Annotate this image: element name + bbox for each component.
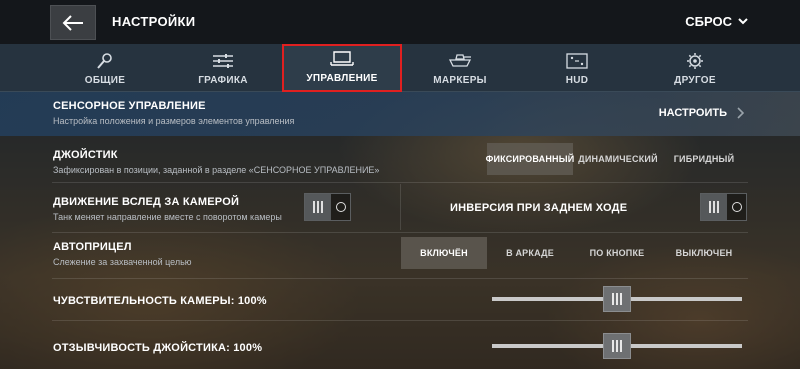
toggle-knob — [305, 194, 331, 220]
joystick-response-handle[interactable] — [603, 333, 631, 359]
chevron-right-icon — [737, 107, 744, 119]
divider — [52, 232, 748, 233]
reverse-inversion-title: ИНВЕРСИЯ ПРИ ЗАДНЕМ ХОДЕ — [450, 202, 628, 214]
tab-label: HUD — [565, 75, 589, 86]
camera-sensitivity-handle[interactable] — [603, 286, 631, 312]
arrow-left-icon — [62, 14, 83, 31]
joystick-option-dynamic[interactable]: ДИНАМИЧЕСКИЙ — [576, 143, 660, 175]
camera-follow-toggle[interactable] — [304, 193, 351, 221]
gear-icon — [687, 53, 703, 69]
tablet-icon — [330, 51, 354, 66]
settings-screen: НАСТРОЙКИ СБРОС ОБЩИЕ ГРАФИКА УПРАВЛЕНИЕ… — [0, 0, 800, 369]
tab-label: МАРКЕРЫ — [433, 75, 487, 86]
tab-label: ДРУГОЕ — [674, 75, 716, 86]
camera-follow-subtitle: Танк меняет направление вместе с поворот… — [53, 212, 282, 222]
wrench-icon — [97, 53, 112, 69]
page-title: НАСТРОЙКИ — [112, 14, 196, 29]
configure-button[interactable]: НАСТРОИТЬ — [659, 107, 744, 119]
camera-sensitivity-label: ЧУВСТВИТЕЛЬНОСТЬ КАМЕРЫ: 100% — [53, 295, 267, 307]
back-button[interactable] — [50, 5, 96, 40]
tab-label: ОБЩИЕ — [84, 75, 126, 86]
tab-hud[interactable]: HUD — [517, 44, 637, 92]
autoaim-option-on[interactable]: ВКЛЮЧЁН — [401, 237, 487, 269]
touch-control-title: СЕНСОРНОЕ УПРАВЛЕНИЕ — [53, 100, 206, 112]
reset-label: СБРОС — [685, 14, 732, 29]
joystick-title: ДЖОЙСТИК — [53, 149, 118, 161]
divider — [52, 278, 748, 279]
tab-label: ГРАФИКА — [198, 75, 248, 86]
reset-dropdown[interactable]: СБРОС — [685, 14, 748, 29]
divider — [52, 320, 748, 321]
divider — [52, 182, 748, 183]
joystick-response-label: ОТЗЫВЧИВОСТЬ ДЖОЙСТИКА: 100% — [53, 342, 263, 354]
header-bar: НАСТРОЙКИ СБРОС — [0, 0, 800, 44]
chevron-down-icon — [738, 18, 748, 25]
joystick-option-hybrid[interactable]: ГИБРИДНЫЙ — [662, 143, 746, 175]
tank-icon — [448, 54, 472, 67]
toggle-off-indicator — [727, 194, 746, 220]
tab-graphics[interactable]: ГРАФИКА — [163, 44, 283, 92]
tab-markers[interactable]: МАРКЕРЫ — [400, 44, 520, 92]
autoaim-subtitle: Слежение за захваченной целью — [53, 257, 192, 267]
autoaim-option-off[interactable]: ВЫКЛЮЧЕН — [661, 237, 747, 269]
tab-bar: ОБЩИЕ ГРАФИКА УПРАВЛЕНИЕ МАРКЕРЫ HUD ДРУ… — [0, 44, 800, 92]
camera-follow-title: ДВИЖЕНИЕ ВСЛЕД ЗА КАМЕРОЙ — [53, 196, 240, 208]
sliders-icon — [213, 54, 233, 68]
touch-control-subtitle: Настройка положения и размеров элементов… — [53, 116, 295, 126]
joystick-subtitle: Зафиксирован в позиции, заданной в разде… — [53, 165, 380, 175]
tab-label: УПРАВЛЕНИЕ — [306, 73, 378, 84]
tab-general[interactable]: ОБЩИЕ — [45, 44, 165, 92]
autoaim-option-arcade[interactable]: В АРКАДЕ — [488, 237, 572, 269]
toggle-off-indicator — [331, 194, 350, 220]
tab-controls[interactable]: УПРАВЛЕНИЕ — [282, 44, 402, 92]
joystick-option-fixed[interactable]: ФИКСИРОВАННЫЙ — [486, 143, 574, 175]
reverse-inversion-toggle[interactable] — [700, 193, 747, 221]
autoaim-title: АВТОПРИЦЕЛ — [53, 241, 132, 253]
tab-other[interactable]: ДРУГОЕ — [635, 44, 755, 92]
vertical-divider — [400, 184, 401, 230]
configure-label: НАСТРОИТЬ — [658, 107, 727, 119]
autoaim-option-button[interactable]: ПО КНОПКЕ — [574, 237, 660, 269]
screen-icon — [566, 53, 588, 69]
toggle-knob — [701, 194, 727, 220]
